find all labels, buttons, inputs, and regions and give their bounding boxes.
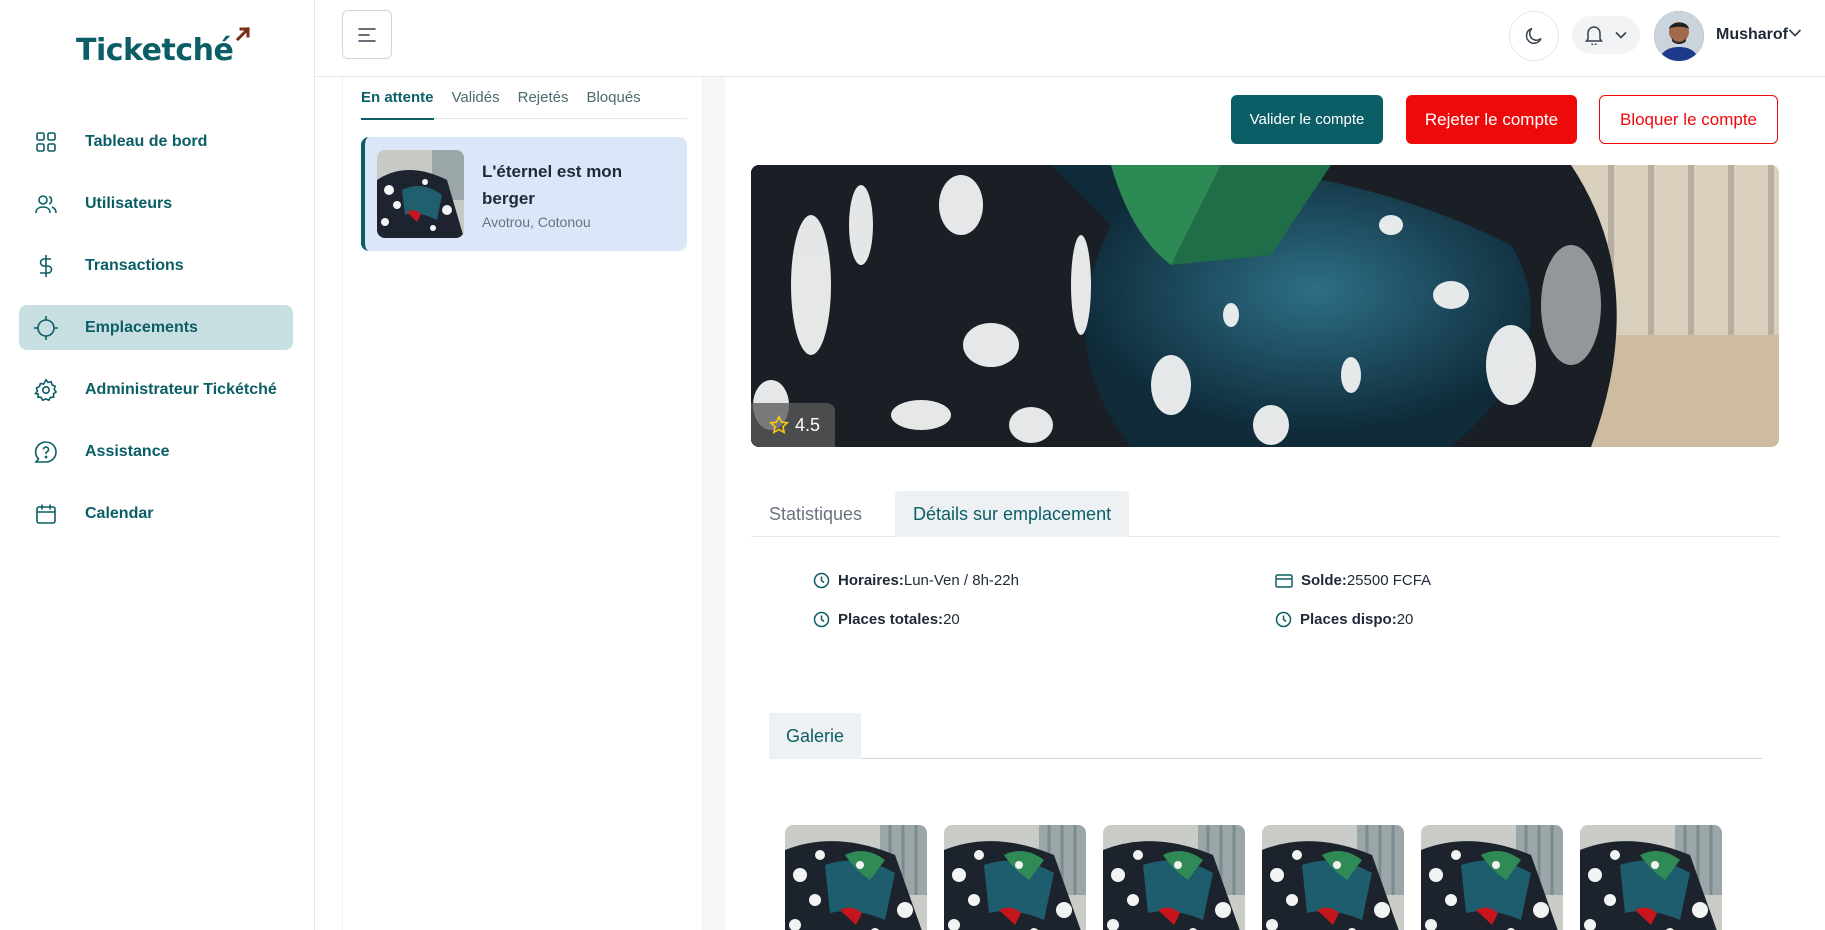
info-value: 20 [1396,611,1414,628]
gallery-image[interactable] [1262,825,1404,930]
sidebar-item-tableau-de-bord[interactable]: Tableau de bord [19,119,293,164]
brand-logo[interactable]: Ticketché [76,26,251,76]
gear-icon [33,377,59,403]
arrow-up-right-icon [236,26,251,42]
sidebar-item-label: Administrateur Tickétché [85,380,277,398]
info-value: Lun-Ven / 8h-22h [903,572,1019,589]
sidebar: Ticketché Tableau de bord Utilisateurs T… [0,0,315,930]
sidebar-item-calendar[interactable]: Calendar [19,491,293,536]
clock-icon [1275,611,1292,628]
info-label: Horaires: [838,572,904,589]
chevron-down-icon [1615,31,1627,39]
wallet-icon [1275,573,1293,588]
tab-bloques[interactable]: Bloqués [586,89,640,119]
location-banner-image: 4.5 [751,165,1779,447]
info-value: 25500 FCFA [1346,572,1432,589]
clock-icon [813,611,830,628]
help-chat-icon [33,439,59,465]
tab-valides[interactable]: Validés [452,89,500,119]
validate-account-button[interactable]: Valider le compte [1231,95,1383,144]
user-name[interactable]: Musharof [1716,26,1788,44]
info-label: Places totales: [838,611,944,628]
dark-mode-toggle-button[interactable] [1509,11,1559,61]
info-value: 20 [943,611,960,628]
brand-name: Ticketché [76,33,234,68]
tab-galerie[interactable]: Galerie [769,713,862,759]
info-label: Solde: [1301,572,1347,589]
sidebar-item-label: Transactions [85,256,184,274]
gallery-grid [785,825,1722,930]
sidebar-item-label: Tableau de bord [85,132,208,150]
reject-account-button[interactable]: Rejeter le compte [1406,95,1577,144]
sidebar-item-assistance[interactable]: Assistance [19,429,293,474]
info-label: Places dispo: [1300,611,1397,628]
grid-icon [33,129,59,155]
location-card[interactable]: L'éternel est mon berger Avotrou, Cotono… [361,137,687,251]
sidebar-item-label: Assistance [85,442,170,460]
sidebar-item-transactions[interactable]: Transactions [19,243,293,288]
rating-badge: 4.5 [751,403,835,447]
tab-details-emplacement[interactable]: Détails sur emplacement [895,491,1130,537]
notifications-button[interactable] [1572,16,1640,54]
location-card-text: L'éternel est mon berger Avotrou, Cotono… [482,158,642,230]
info-places-totales: Places totales:20 [813,611,960,628]
location-thumbnail [377,150,464,238]
users-icon [33,191,59,217]
tab-statistiques[interactable]: Statistiques [769,491,862,537]
location-detail-panel: Valider le compte Rejeter le compte Bloq… [725,77,1825,930]
panel-gutter [703,77,725,930]
sidebar-nav: Tableau de bord Utilisateurs Transaction… [19,119,293,553]
sidebar-item-label: Utilisateurs [85,194,173,212]
sidebar-item-administrateur[interactable]: Administrateur Tickétché [19,367,293,412]
moon-icon [1525,27,1542,44]
tab-en-attente[interactable]: En attente [361,89,434,120]
info-places-dispo: Places dispo:20 [1275,611,1413,628]
detail-tabs: Statistiques Détails sur emplacement [751,491,1779,537]
location-title: L'éternel est mon berger [482,162,623,208]
tab-rejetes[interactable]: Rejetés [518,89,569,119]
block-account-button[interactable]: Bloquer le compte [1599,95,1778,144]
info-horaires: Horaires:Lun-Ven / 8h-22h [813,572,1019,589]
dollar-icon [33,253,59,279]
calendar-icon [33,501,59,527]
gallery-image[interactable] [1421,825,1563,930]
chevron-down-icon[interactable] [1788,28,1802,38]
menu-toggle-button[interactable] [342,10,392,59]
info-solde: Solde:25500 FCFA [1275,572,1431,589]
menu-lines-icon [358,27,376,42]
sidebar-item-label: Emplacements [85,318,198,336]
locations-list-panel: En attente Validés Rejetés Bloqués L'éte… [342,77,703,930]
bell-icon [1585,26,1603,45]
sidebar-item-utilisateurs[interactable]: Utilisateurs [19,181,293,226]
location-address: Avotrou, Cotonou [482,214,591,230]
gallery-image[interactable] [944,825,1086,930]
clock-icon [813,572,830,589]
star-icon [769,415,789,434]
top-header: Musharof [316,0,1825,77]
gallery-image[interactable] [1103,825,1245,930]
user-avatar[interactable] [1654,11,1704,61]
sidebar-item-label: Calendar [85,504,154,522]
status-tabs: En attente Validés Rejetés Bloqués [361,89,687,120]
sidebar-item-emplacements[interactable]: Emplacements [19,305,293,350]
gallery-image[interactable] [785,825,927,930]
crosshair-icon [33,315,59,341]
gallery-image[interactable] [1580,825,1722,930]
gallery-tabs: Galerie [769,713,1762,759]
rating-value: 4.5 [795,414,821,435]
